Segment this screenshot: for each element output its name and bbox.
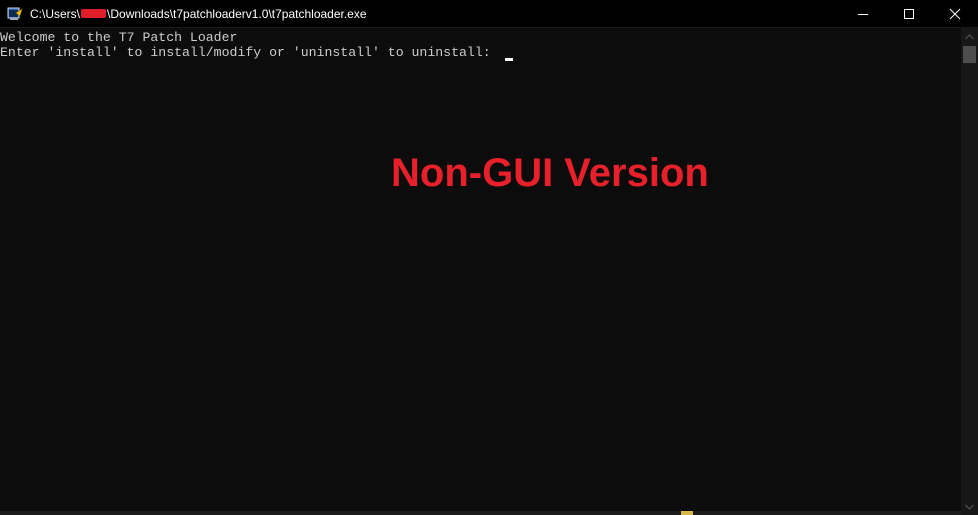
maximize-button[interactable] <box>886 0 932 28</box>
close-button[interactable] <box>932 0 978 28</box>
window-title-prefix: C:\Users\ <box>30 7 81 21</box>
minimize-button[interactable] <box>840 0 886 28</box>
title-bar[interactable]: C:\Users\ \Downloads\t7patchloaderv1.0\t7… <box>0 0 978 28</box>
overlay-label: Non-GUI Version <box>391 151 709 195</box>
console-line-welcome: Welcome to the T7 Patch Loader <box>0 30 238 45</box>
chevron-up-icon <box>965 33 974 39</box>
close-icon <box>949 8 961 20</box>
text-cursor <box>505 58 513 61</box>
minimize-icon <box>858 14 868 15</box>
scrollbar-thumb[interactable] <box>963 46 976 63</box>
console-app-icon[interactable] <box>7 6 23 22</box>
console-window: C:\Users\ \Downloads\t7patchloaderv1.0\t7… <box>0 0 978 515</box>
taskbar-edge <box>0 511 961 515</box>
scroll-down-button[interactable] <box>961 498 978 515</box>
window-title-suffix: \Downloads\t7patchloaderv1.0\t7patchload… <box>107 7 367 21</box>
console-line-prompt: Enter 'install' to install/modify or 'un… <box>0 45 499 60</box>
console-output[interactable]: Welcome to the T7 Patch Loader Enter 'in… <box>0 28 961 515</box>
window-title: C:\Users\ \Downloads\t7patchloaderv1.0\t7… <box>30 6 367 22</box>
taskbar-item-indicator <box>681 511 693 515</box>
redacted-username <box>81 9 107 18</box>
chevron-down-icon <box>965 504 974 510</box>
maximize-icon <box>904 9 914 19</box>
scroll-up-button[interactable] <box>961 28 978 45</box>
vertical-scrollbar[interactable] <box>961 28 978 515</box>
